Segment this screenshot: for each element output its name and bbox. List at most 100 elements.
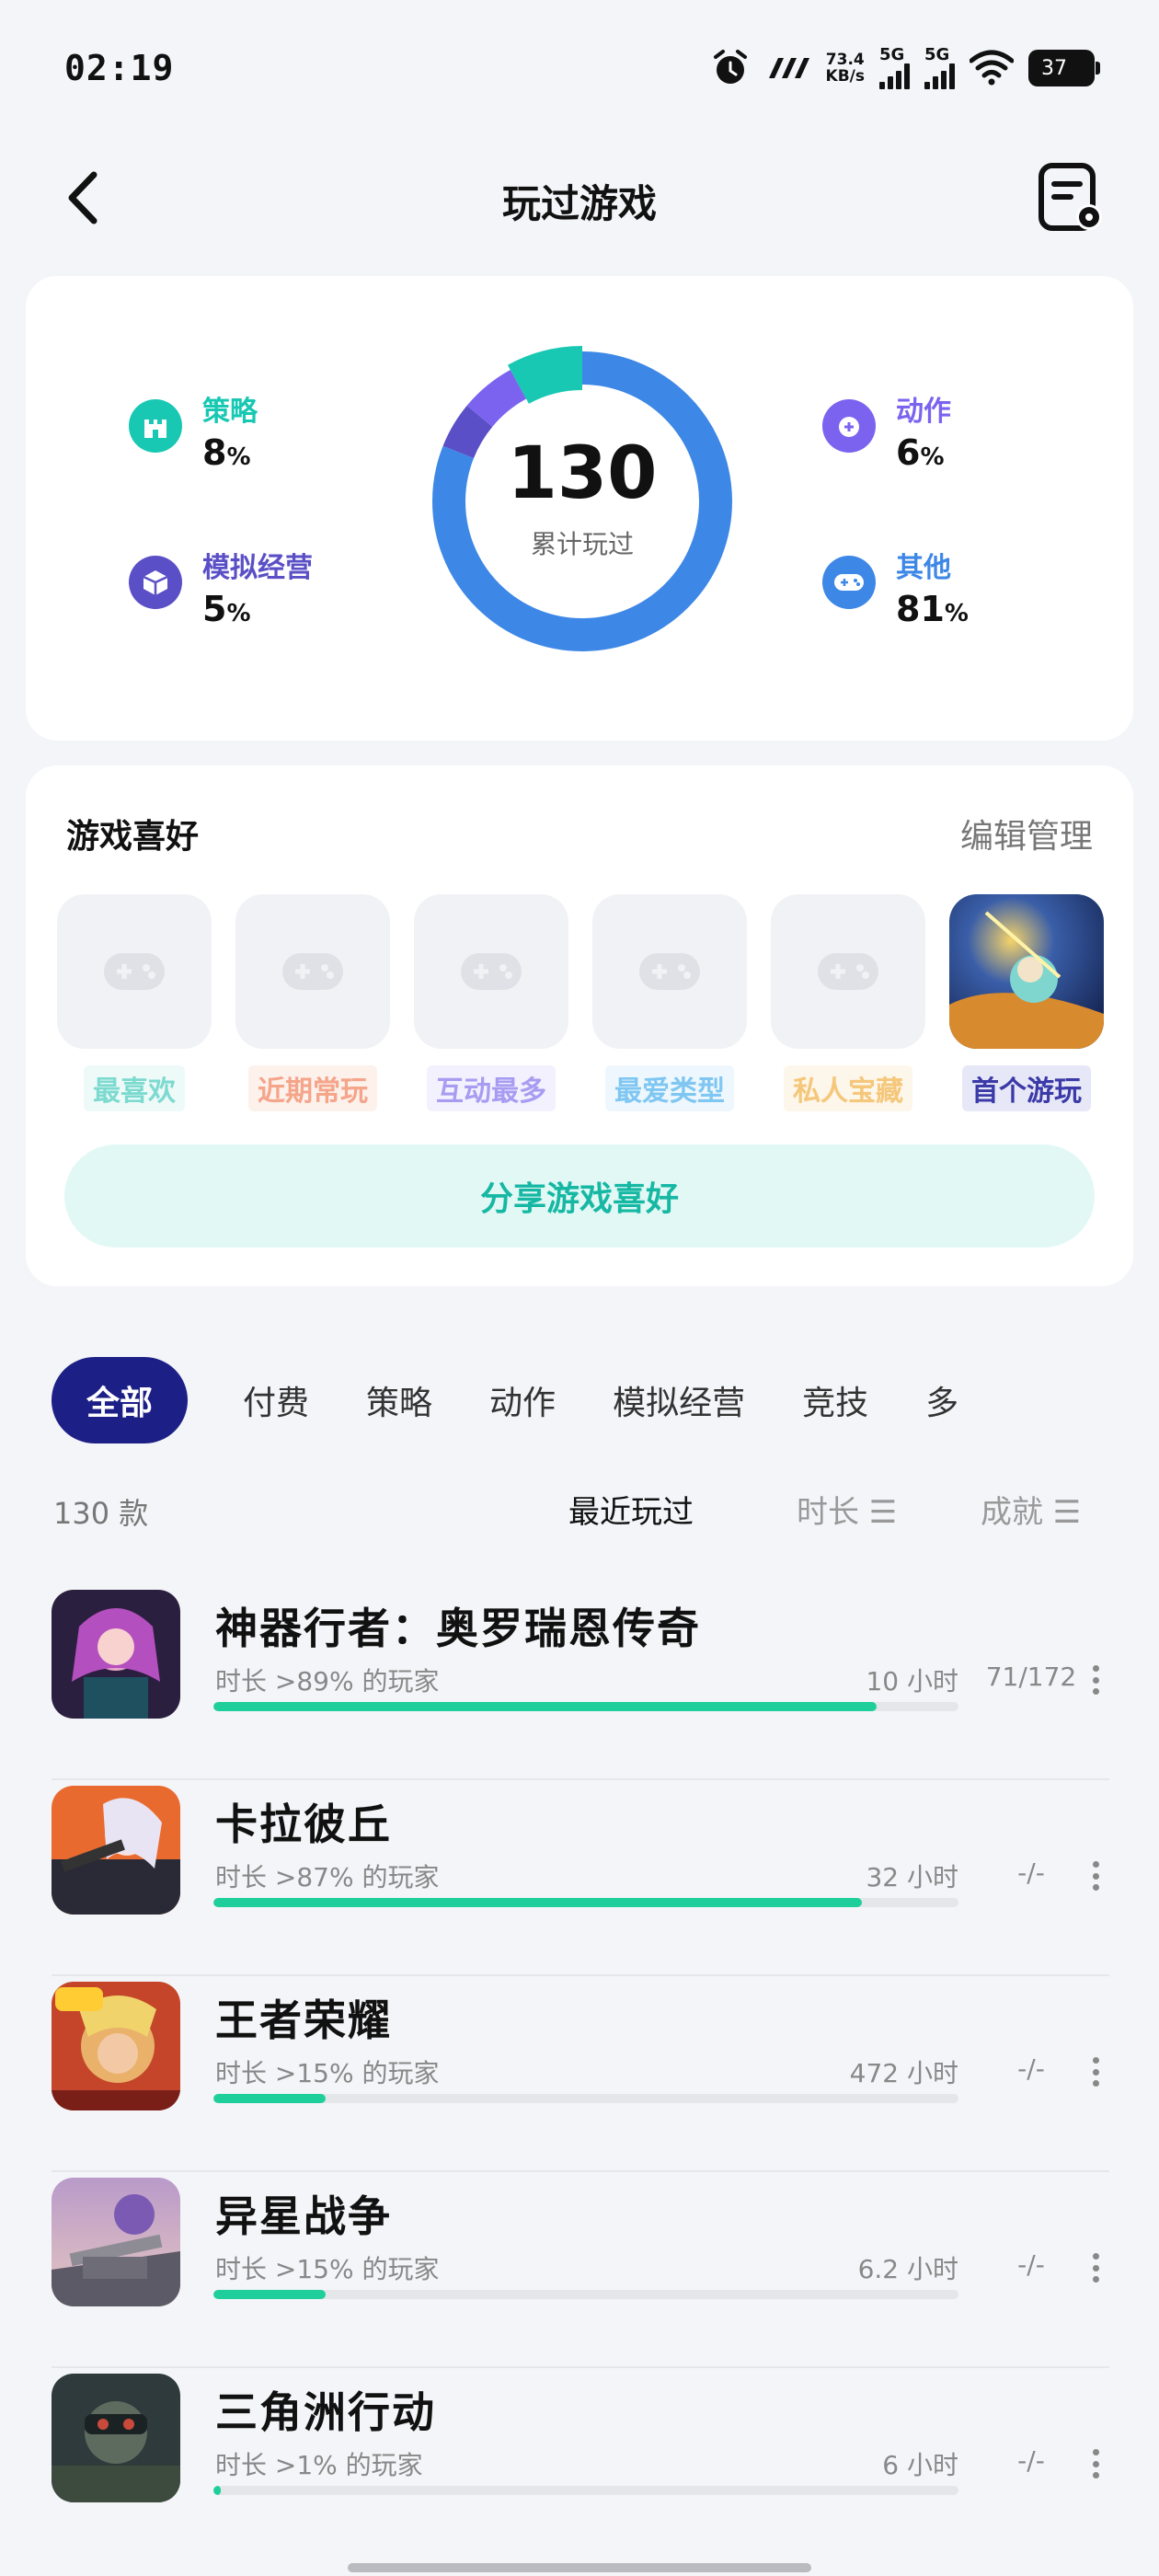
more-options-icon[interactable] [1082, 2445, 1109, 2482]
playtime-progress-bar [213, 1898, 958, 1907]
net-speed-value: 73.4 [825, 51, 865, 69]
progress-fill [213, 2486, 222, 2495]
cube-icon [129, 556, 182, 609]
playtime-rank: 时长 >1% 的玩家 [215, 2450, 423, 2480]
net-speed-unit: KB/s [825, 67, 865, 86]
category-percent: 81% [896, 589, 969, 629]
category-percent-value: 8 [202, 432, 227, 473]
category-percent-value: 81 [896, 589, 945, 629]
progress-fill [213, 1898, 862, 1907]
game-thumbnail[interactable] [52, 1786, 180, 1915]
preference-tile-first-played[interactable]: 首个游玩 [949, 894, 1104, 1111]
game-name: 卡拉彼丘 [215, 1800, 392, 1849]
carrier-logo-icon [768, 58, 809, 78]
preference-label: 首个游玩 [962, 1065, 1091, 1111]
more-options-icon[interactable] [1082, 1662, 1109, 1698]
signal-1: 5G [879, 47, 910, 89]
sort-row: 130 款 最近玩过 时长 ☰ 成就 ☰ [53, 1483, 1106, 1538]
tab-strategy[interactable]: 策略 [366, 1376, 432, 1424]
preference-tiles: 最喜欢 近期常玩 互动最多 最爱类型 私人宝藏 首个游玩 [57, 894, 1104, 1111]
category-percent: 6% [896, 432, 951, 473]
preference-tile-recent[interactable]: 近期常玩 [235, 894, 390, 1111]
more-options-icon[interactable] [1082, 1857, 1109, 1894]
total-played-count: 130 [507, 432, 658, 515]
status-time: 02:19 [64, 48, 175, 88]
signal-2-label: 5G [924, 45, 950, 64]
status-icons: 73.4 KB/s 5G 5G 37 [710, 44, 1100, 92]
playtime-rank: 时长 >15% 的玩家 [215, 2058, 440, 2088]
preference-tile-favorite-genre[interactable]: 最爱类型 [592, 894, 747, 1111]
category-name: 动作 [896, 396, 951, 428]
preference-tile-most-interactive[interactable]: 互动最多 [414, 894, 568, 1111]
game-row[interactable]: 三角洲行动 时长 >1% 的玩家 6 小时 -/- [52, 2368, 1109, 2564]
category-strategy[interactable]: 策略 8% [129, 388, 258, 473]
game-thumbnail[interactable] [52, 2374, 180, 2502]
preferences-title: 游戏喜好 [66, 818, 200, 856]
game-row[interactable]: 王者荣耀 时长 >15% 的玩家 472 小时 -/- [52, 1976, 1109, 2172]
playtime-rank: 时长 >87% 的玩家 [215, 1862, 440, 1892]
game-row[interactable]: 异星战争 时长 >15% 的玩家 6.2 小时 -/- [52, 2172, 1109, 2368]
gamepad-placeholder-icon [592, 894, 747, 1049]
played-summary-card: 策略 8% 模拟经营 5% 动作 6% 其他 81% 130 累计玩过 [26, 276, 1133, 741]
preference-label: 最喜欢 [84, 1065, 185, 1111]
sort-duration-button[interactable]: 时长 ☰ [797, 1487, 897, 1532]
game-name: 王者荣耀 [215, 1995, 392, 2045]
category-action[interactable]: 动作 6% [822, 388, 951, 473]
playtime-progress-bar [213, 2486, 958, 2495]
game-thumbnail[interactable] [52, 1590, 180, 1719]
game-count: 130 款 [53, 1496, 149, 1531]
signal-1-label: 5G [879, 45, 905, 64]
category-simulation[interactable]: 模拟经营 5% [129, 545, 313, 629]
playtime-progress-bar [213, 2290, 958, 2299]
category-tabs-viewport: 全部 付费 策略 动作 模拟经营 竞技 多 [0, 1343, 1159, 1454]
gamepad-icon [822, 556, 876, 609]
more-options-icon[interactable] [1082, 2053, 1109, 2090]
game-row[interactable]: 卡拉彼丘 时长 >87% 的玩家 32 小时 -/- [52, 1780, 1109, 1976]
game-row[interactable]: 神器行者：奥罗瑞恩传奇 时长 >89% 的玩家 10 小时 71/172 [52, 1584, 1109, 1780]
signal-2: 5G [924, 47, 955, 89]
progress-fill [213, 2290, 326, 2299]
edit-manage-button[interactable]: 编辑管理 [960, 810, 1093, 857]
sort-achievement-button[interactable]: 成就 ☰ [981, 1487, 1081, 1532]
progress-fill [213, 1702, 877, 1711]
percent-unit: % [226, 443, 251, 471]
tab-paid[interactable]: 付费 [243, 1376, 309, 1424]
game-name: 三角洲行动 [215, 2387, 436, 2437]
category-other[interactable]: 其他 81% [822, 545, 969, 629]
sort-recent-button[interactable]: 最近玩过 [568, 1487, 694, 1532]
game-thumbnail[interactable] [52, 2178, 180, 2306]
playtime-hours: 6 小时 [882, 2450, 958, 2480]
castle-icon [129, 399, 182, 453]
tab-all[interactable]: 全部 [52, 1357, 189, 1443]
share-preferences-button[interactable]: 分享游戏喜好 [64, 1144, 1095, 1248]
category-name: 其他 [896, 552, 951, 584]
preference-label: 互动最多 [427, 1065, 556, 1111]
game-thumbnail[interactable] [52, 1982, 180, 2110]
preference-tile-favorite[interactable]: 最喜欢 [57, 894, 212, 1111]
tab-more[interactable]: 多 [925, 1376, 958, 1424]
achievement-count: -/- [1017, 2445, 1045, 2476]
gamepad-placeholder-icon [57, 894, 212, 1049]
achievement-count: 71/172 [985, 1662, 1077, 1692]
fist-icon [822, 399, 876, 453]
gamepad-placeholder-icon [235, 894, 390, 1049]
battery-icon: 37 [1028, 50, 1100, 86]
tab-competitive[interactable]: 竞技 [802, 1376, 868, 1424]
category-name: 模拟经营 [202, 552, 313, 584]
tab-action[interactable]: 动作 [489, 1376, 556, 1424]
gamepad-placeholder-icon [414, 894, 568, 1049]
category-percent: 8% [202, 432, 258, 473]
preference-tile-hidden-gem[interactable]: 私人宝藏 [771, 894, 925, 1111]
achievement-count: -/- [1017, 1857, 1045, 1888]
signal-bars-icon [924, 63, 955, 89]
more-options-icon[interactable] [1082, 2249, 1109, 2286]
list-settings-icon[interactable] [1034, 160, 1111, 237]
playtime-hours: 32 小时 [866, 1862, 958, 1892]
category-name: 策略 [202, 396, 258, 428]
page-title: 玩过游戏 [501, 181, 657, 226]
playtime-rank: 时长 >15% 的玩家 [215, 2254, 440, 2284]
percent-unit: % [944, 600, 969, 627]
total-played-label: 累计玩过 [530, 529, 634, 559]
home-indicator[interactable] [348, 2563, 811, 2572]
tab-simulation[interactable]: 模拟经营 [613, 1376, 745, 1424]
